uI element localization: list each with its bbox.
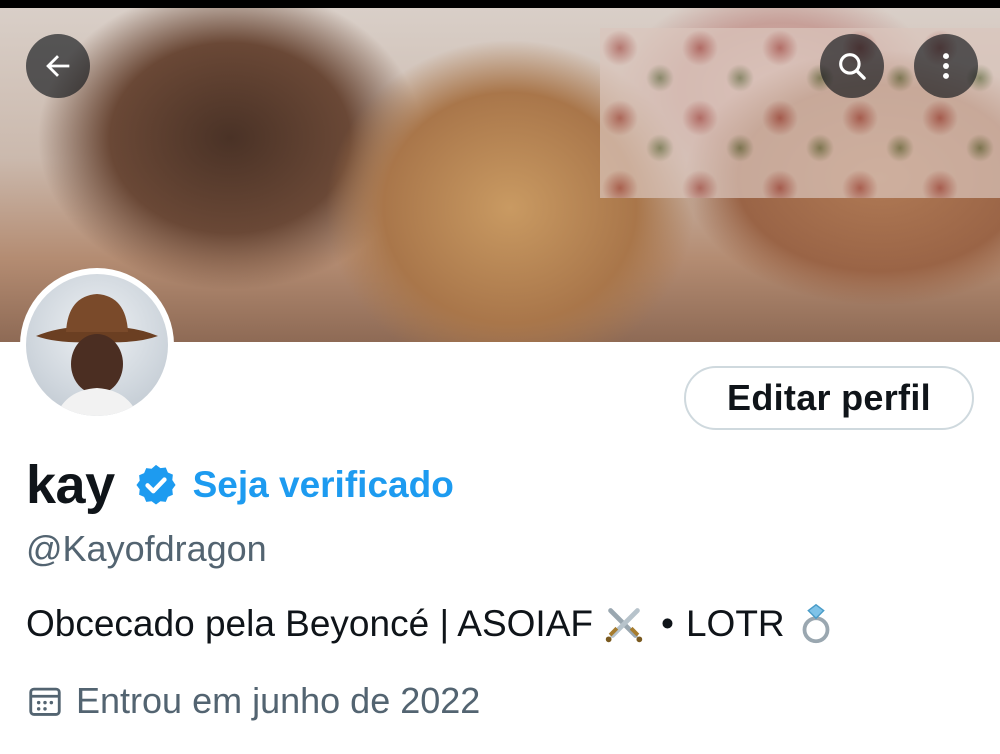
search-icon [839,53,866,80]
crossed-swords-icon [605,608,643,643]
calendar-icon [29,687,61,716]
display-name: kay [26,455,115,515]
verified-badge-icon[interactable] [133,462,179,508]
join-date-text: Entrou em junho de 2022 [76,680,481,721]
profile-name-row: kay Seja verificado [26,452,454,518]
profile-bio: Obcecado pela Beyoncé | ASOIAF • LOTR [26,601,839,647]
join-date: Entrou em junho de 2022 [26,680,480,722]
user-handle: @Kayofdragon [26,528,267,569]
ring-icon [802,603,830,644]
status-bar-edge [0,0,1000,8]
back-arrow-icon [46,55,70,77]
bio-text-2: LOTR [685,603,785,644]
bio-separator: • [661,603,674,644]
edit-profile-button[interactable]: Editar perfil [684,366,974,430]
get-verified-link[interactable]: Seja verificado [193,464,454,506]
avatar[interactable] [20,268,174,422]
avatar-image [26,274,168,416]
more-options-button[interactable] [914,34,978,98]
bio-text: Obcecado pela Beyoncé | ASOIAF [26,603,593,644]
search-button[interactable] [820,34,884,98]
more-vertical-icon [943,53,949,79]
back-button[interactable] [26,34,90,98]
